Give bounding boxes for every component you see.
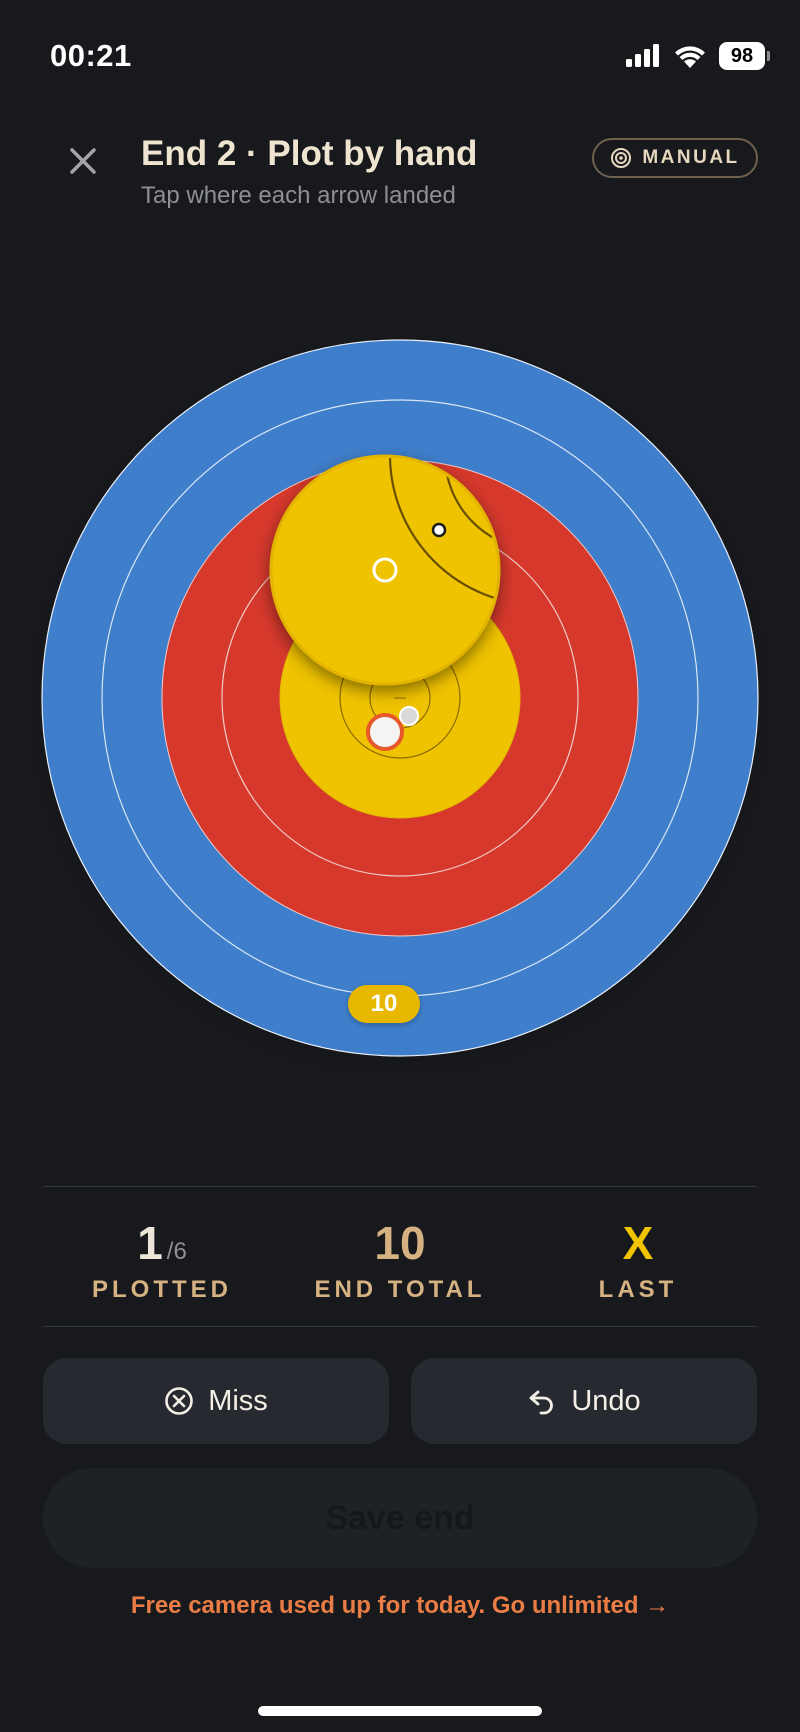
plotted-total: /6 xyxy=(166,1238,187,1265)
end-total-value: 10 xyxy=(374,1217,426,1269)
stats-divider-bottom xyxy=(43,1326,757,1327)
battery-level: 98 xyxy=(719,42,765,70)
stats-panel: 1 /6 PLOTTED 10 END TOTAL X LAST xyxy=(43,1190,757,1320)
undo-icon xyxy=(529,1390,554,1415)
stat-last: X LAST xyxy=(519,1190,757,1320)
status-bar: 00:21 98 xyxy=(0,0,800,110)
save-end-label: Save end xyxy=(325,1498,475,1537)
status-icons: 98 xyxy=(625,42,770,70)
last-value: X xyxy=(622,1217,654,1269)
miss-button[interactable]: Miss xyxy=(43,1358,389,1444)
target-area[interactable]: 10 xyxy=(0,320,800,1080)
upsell-link[interactable]: Free camera used up for today. Go unlimi… xyxy=(0,1592,800,1620)
undo-label: Undo xyxy=(571,1384,641,1417)
status-time: 00:21 xyxy=(50,38,132,73)
stats-divider-top xyxy=(43,1186,757,1187)
plotted-label: PLOTTED xyxy=(92,1276,232,1303)
stat-plotted: 1 /6 PLOTTED xyxy=(43,1190,281,1320)
header: End 2 · Plot by hand Tap where each arro… xyxy=(0,120,800,220)
archery-target[interactable] xyxy=(0,320,800,1080)
save-end-button[interactable]: Save end xyxy=(43,1468,757,1568)
home-indicator[interactable] xyxy=(258,1706,542,1716)
arrow-marker-current[interactable] xyxy=(366,713,404,751)
end-total-label: END TOTAL xyxy=(314,1276,486,1303)
close-icon xyxy=(70,148,96,174)
battery-cap xyxy=(767,51,770,61)
page-title: End 2 · Plot by hand xyxy=(141,134,478,173)
miss-label: Miss xyxy=(208,1384,268,1417)
wifi-icon xyxy=(675,46,705,68)
signal-icon xyxy=(626,44,659,67)
page-subtitle: Tap where each arrow landed xyxy=(141,182,456,209)
battery-indicator: 98 xyxy=(719,42,770,70)
last-label: LAST xyxy=(598,1276,678,1303)
plotted-value: 1 xyxy=(137,1217,163,1269)
action-row: Miss Undo xyxy=(43,1358,757,1444)
arrow-marker-previous[interactable] xyxy=(399,706,419,726)
undo-button[interactable]: Undo xyxy=(411,1358,757,1444)
score-bubble: 10 xyxy=(348,985,420,1023)
mode-badge-label: MANUAL xyxy=(642,147,740,168)
target-icon xyxy=(611,148,632,168)
circle-x-icon xyxy=(165,1387,193,1415)
stat-end-total: 10 END TOTAL xyxy=(281,1190,519,1320)
manual-mode-badge[interactable]: MANUAL xyxy=(592,138,758,178)
close-button[interactable] xyxy=(62,140,104,182)
